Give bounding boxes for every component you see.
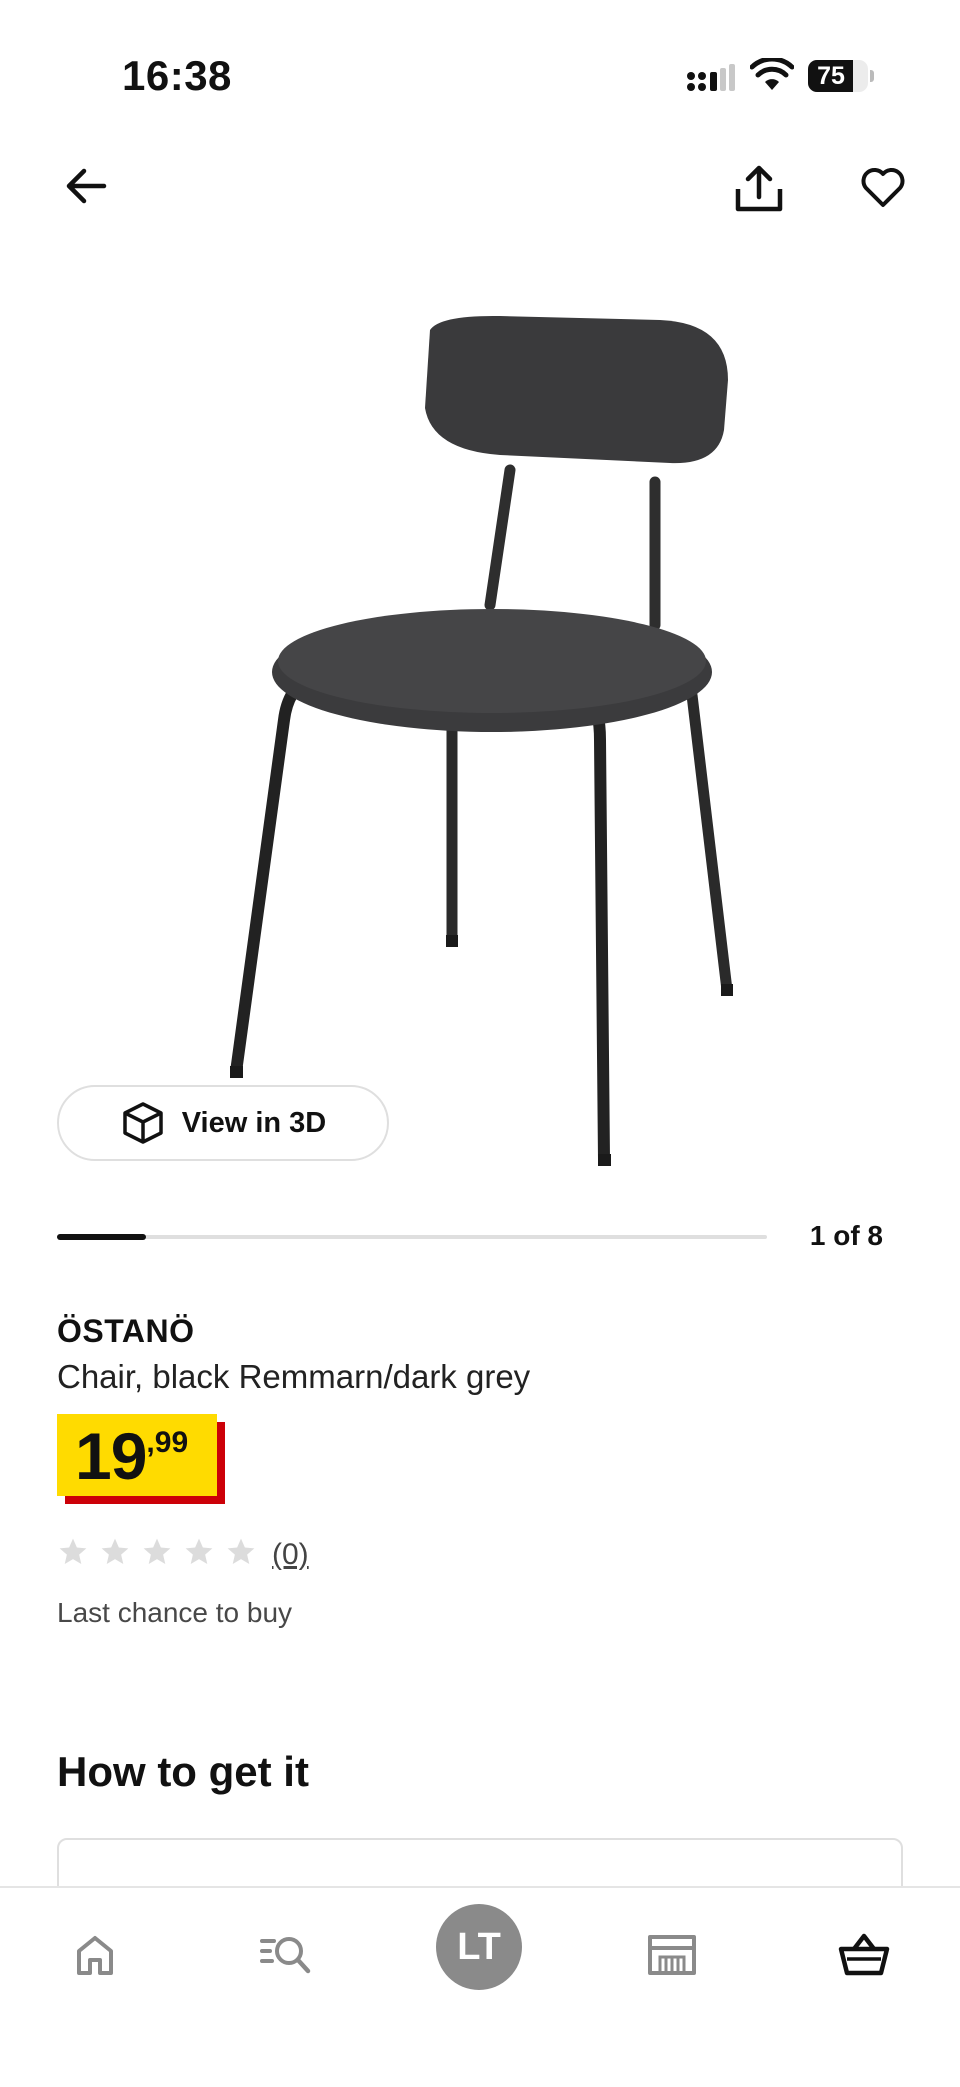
availability-text: Last chance to buy: [57, 1597, 293, 1628]
store-icon: [648, 1935, 696, 1975]
gallery-progress-bar: [57, 1234, 767, 1240]
tab-stores[interactable]: [632, 1915, 712, 1995]
view-in-3d-label: View in 3D: [181, 1106, 327, 1139]
basket-icon: [838, 1933, 890, 1976]
star-icon: [227, 1538, 255, 1564]
tab-search[interactable]: [246, 1915, 326, 1995]
product-image[interactable]: [200, 290, 760, 1180]
favorite-button[interactable]: [852, 156, 914, 218]
tab-profile-avatar[interactable]: LT: [436, 1904, 522, 1990]
star-icon: [143, 1538, 171, 1564]
star-icon: [59, 1538, 87, 1564]
price-decimal: ,99: [146, 1426, 189, 1459]
gallery-progress-fill: [57, 1234, 146, 1240]
star-icon: [185, 1538, 213, 1564]
arrow-left-icon: [66, 168, 107, 204]
battery-level: 75: [817, 62, 845, 90]
rating-stars[interactable]: [57, 1536, 257, 1572]
product-name: ÖSTANÖ: [57, 1313, 195, 1349]
share-icon: [735, 165, 783, 212]
product-description: Chair, black Remmarn/dark grey: [57, 1358, 531, 1395]
heart-icon: [861, 168, 905, 207]
tab-cart[interactable]: [824, 1915, 904, 1995]
status-time: 16:38: [122, 52, 232, 99]
home-icon: [77, 1936, 113, 1975]
search-list-icon: [260, 1937, 311, 1974]
view-in-3d-button[interactable]: View in 3D: [57, 1085, 389, 1161]
share-button[interactable]: [726, 156, 792, 222]
star-icon: [101, 1538, 129, 1564]
wifi-icon: [750, 58, 794, 90]
gallery-counter: 1 of 8: [809, 1220, 883, 1251]
price-tag: 19 ,99: [57, 1414, 225, 1504]
cube-icon: [122, 1102, 163, 1144]
cellular-signal-icon: [687, 64, 735, 91]
price-integer: 19: [75, 1419, 147, 1493]
how-to-get-it-heading: How to get it: [57, 1748, 309, 1795]
back-button[interactable]: [56, 156, 116, 216]
tab-home[interactable]: [55, 1915, 135, 1995]
review-count-link[interactable]: (0): [272, 1538, 309, 1572]
battery-indicator: 75: [808, 60, 876, 92]
